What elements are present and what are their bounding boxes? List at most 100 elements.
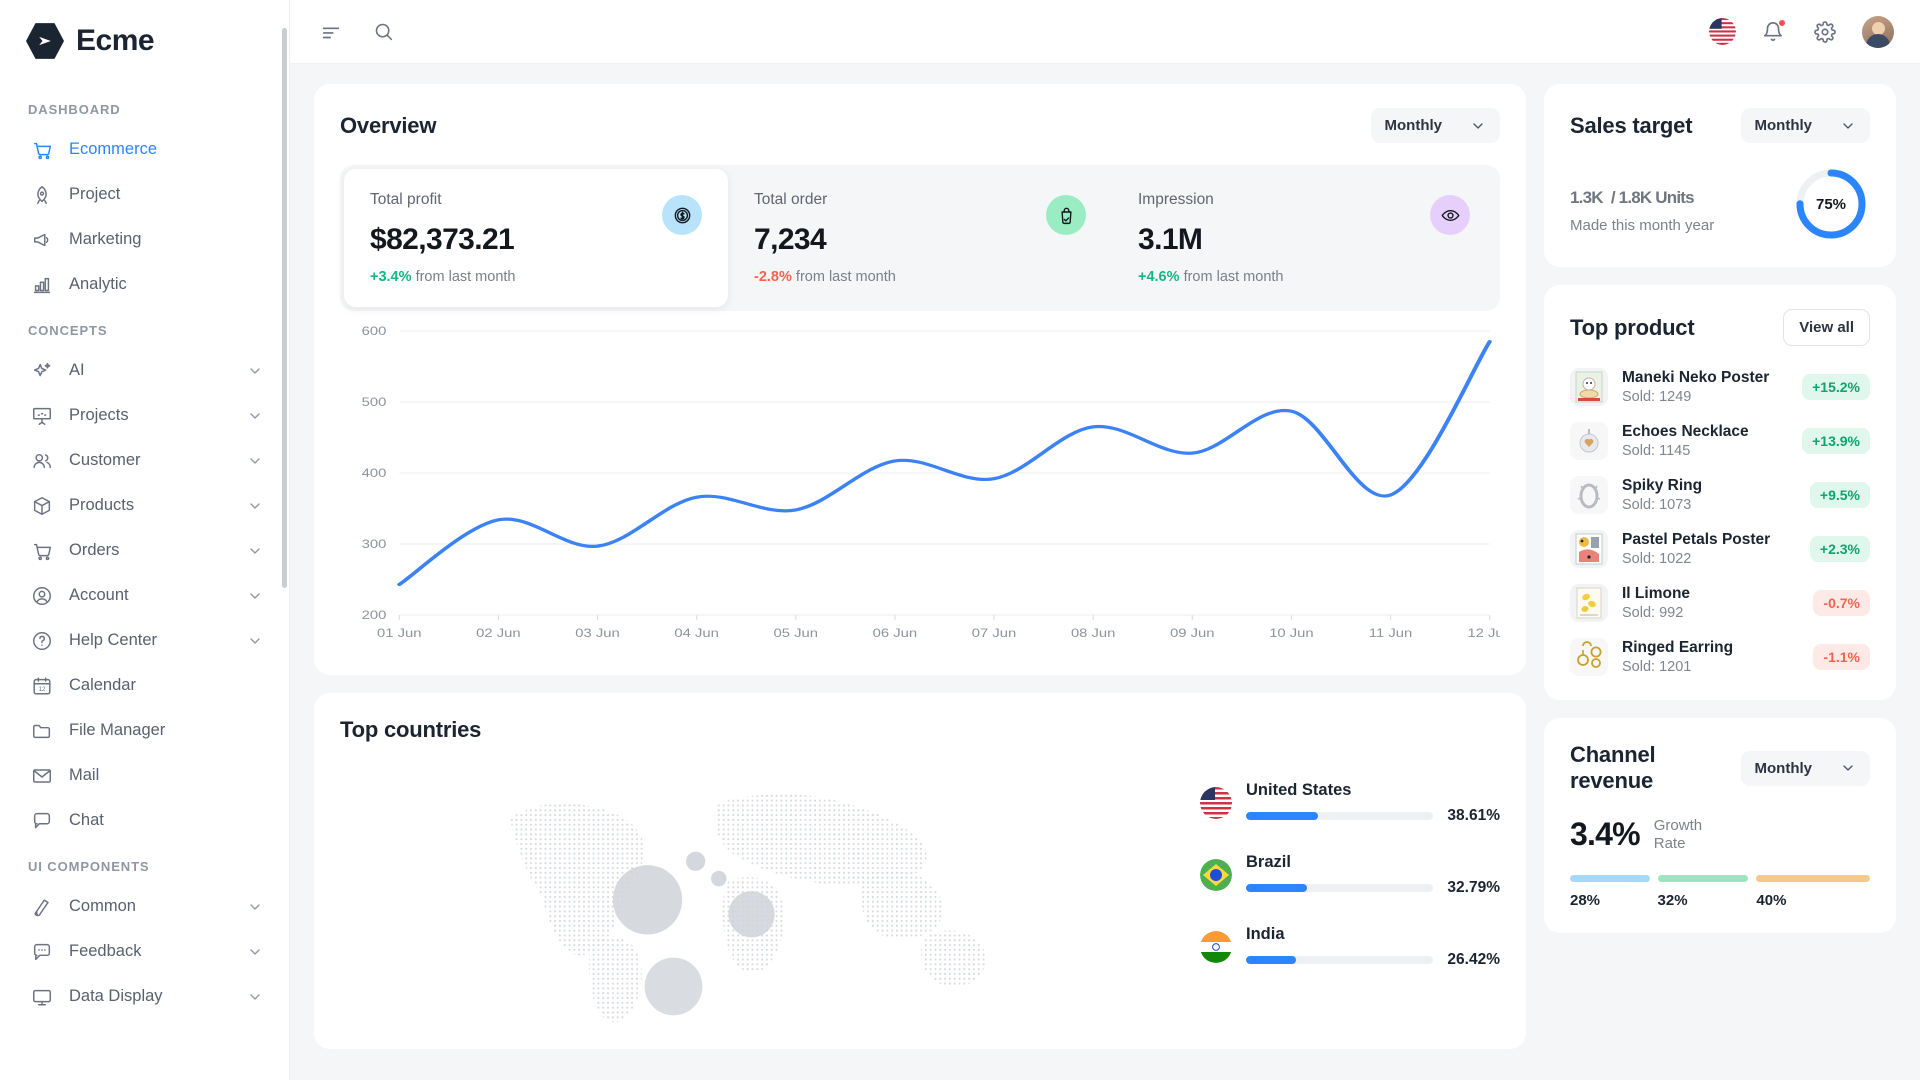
product-row[interactable]: Il Limone Sold: 992 -0.7%: [1570, 584, 1870, 622]
sidebar-item-ai[interactable]: AI: [0, 348, 289, 393]
product-row[interactable]: Spiky Ring Sold: 1073 +9.5%: [1570, 476, 1870, 514]
channel-segment: 40%: [1756, 875, 1870, 909]
stat-text-block: Total profit $82,373.21 +3.4% from last mo…: [370, 191, 515, 285]
chevron-down-icon[interactable]: [247, 944, 263, 960]
hamburger-menu-icon[interactable]: [316, 17, 346, 47]
sales-target-period-value: Monthly: [1754, 117, 1813, 134]
app-root: Ecme DASHBOARD Ecommerce Project Marketing A…: [0, 0, 1920, 1080]
stat-delta-text: from last month: [795, 269, 896, 285]
sidebar-item-products[interactable]: Products: [0, 483, 289, 528]
overview-stat-strip: Total profit $82,373.21 +3.4% from last mo…: [340, 165, 1500, 311]
sidebar-item-mail[interactable]: Mail: [0, 753, 289, 798]
top-product-title: Top product: [1570, 314, 1695, 340]
user-circle-icon: [30, 584, 53, 607]
svg-text:02 Jun: 02 Jun: [476, 627, 520, 640]
chevron-down-icon[interactable]: [247, 363, 263, 379]
stat-delta-text: from last month: [415, 269, 516, 285]
sidebar-item-ecommerce[interactable]: Ecommerce: [0, 127, 289, 172]
pastel-petals-poster-thumb: [1570, 530, 1608, 568]
sidebar-item-label: Calendar: [69, 676, 136, 694]
svg-text:04 Jun: 04 Jun: [674, 627, 718, 640]
product-sold-count: Sold: 1022: [1622, 551, 1692, 567]
sidebar-item-calendar[interactable]: 12 Calendar: [0, 663, 289, 708]
chevron-down-icon[interactable]: [247, 408, 263, 424]
product-name: Maneki Neko Poster: [1622, 369, 1770, 386]
stat-delta-percent: -2.8%: [754, 269, 792, 285]
sidebar-item-projects[interactable]: Projects: [0, 393, 289, 438]
sidebar-item-customer[interactable]: Customer: [0, 438, 289, 483]
chevron-down-icon[interactable]: [247, 899, 263, 915]
sales-target-period-select[interactable]: Monthly: [1740, 108, 1870, 143]
top-product-list: Maneki Neko Poster Sold: 1249 +15.2% Echoes…: [1570, 368, 1870, 676]
sidebar-item-orders[interactable]: Orders: [0, 528, 289, 573]
svg-text:200: 200: [362, 609, 387, 622]
sidebar-item-account[interactable]: Account: [0, 573, 289, 618]
product-name: Ringed Earring: [1622, 639, 1734, 656]
product-delta-badge: +9.5%: [1809, 482, 1870, 508]
chevron-down-icon[interactable]: [247, 498, 263, 514]
chevron-down-icon[interactable]: [247, 633, 263, 649]
product-row[interactable]: Ringed Earring Sold: 1201 -1.1%: [1570, 638, 1870, 676]
chevron-down-icon[interactable]: [247, 453, 263, 469]
world-dot-map: [340, 765, 1190, 1025]
sales-target-value-row: 1.3K / 1.8K Units: [1570, 174, 1714, 211]
overview-card-header: Overview Monthly: [340, 108, 1500, 143]
stat-text-block: Total order 7,234 -2.8% from last month: [754, 191, 896, 285]
chevron-down-icon[interactable]: [247, 588, 263, 604]
overview-period-select[interactable]: Monthly: [1370, 108, 1500, 143]
sales-target-title: Sales target: [1570, 112, 1693, 138]
sidebar-item-chat[interactable]: Chat: [0, 798, 289, 843]
view-all-button[interactable]: View all: [1783, 309, 1870, 346]
channel-segment: 28%: [1570, 875, 1650, 909]
chevron-down-icon[interactable]: [247, 543, 263, 559]
gear-icon[interactable]: [1810, 17, 1840, 47]
channel-segment-percent: 28%: [1570, 892, 1601, 909]
svg-text:08 Jun: 08 Jun: [1071, 627, 1115, 640]
question-circle-icon: [30, 629, 53, 652]
sidebar-item-data-display[interactable]: Data Display: [0, 974, 289, 1019]
search-icon[interactable]: [368, 17, 398, 47]
stat-value: 7,234: [754, 223, 827, 256]
dollar-coin-icon: [662, 195, 702, 235]
monitor-icon: [30, 985, 53, 1008]
chevron-down-icon[interactable]: [247, 989, 263, 1005]
country-row: Brazil 32.79%: [1200, 853, 1500, 897]
sidebar-nav: DASHBOARD Ecommerce Project Marketing Analyt…: [0, 86, 289, 1019]
product-info: Maneki Neko Poster Sold: 1249: [1622, 369, 1788, 405]
country-progress-track: [1246, 956, 1434, 964]
product-row[interactable]: Pastel Petals Poster Sold: 1022 +2.3%: [1570, 530, 1870, 568]
sidebar-item-file-manager[interactable]: File Manager: [0, 708, 289, 753]
sidebar-item-label: File Manager: [69, 721, 166, 739]
users-icon: [30, 449, 53, 472]
country-row: India 26.42%: [1200, 925, 1500, 969]
sidebar-item-help-center[interactable]: Help Center: [0, 618, 289, 663]
growth-rate-row: 3.4% Growth Rate: [1570, 816, 1870, 853]
brand-logo[interactable]: Ecme: [0, 0, 289, 86]
sidebar-scrollbar[interactable]: [282, 28, 287, 588]
left-column: Overview Monthly Total profit $82,373.21 +…: [314, 84, 1526, 1080]
user-avatar[interactable]: [1862, 15, 1894, 48]
stat-text-block: Impression 3.1M +4.6% from last month: [1138, 191, 1283, 285]
product-info: Pastel Petals Poster Sold: 1022: [1622, 531, 1796, 567]
overview-period-value: Monthly: [1384, 117, 1443, 134]
sidebar-item-label: Projects: [69, 406, 129, 424]
sidebar-item-analytic[interactable]: Analytic: [0, 262, 289, 307]
sidebar-item-marketing[interactable]: Marketing: [0, 217, 289, 262]
country-main: India 26.42%: [1246, 925, 1500, 969]
envelope-icon: [30, 764, 53, 787]
notification-badge-dot: [1778, 18, 1786, 27]
sidebar-item-project[interactable]: Project: [0, 172, 289, 217]
sidebar-item-common[interactable]: Common: [0, 884, 289, 929]
channel-segment-bar: [1570, 875, 1650, 882]
svg-text:07 Jun: 07 Jun: [972, 627, 1016, 640]
sparkle-icon: [30, 359, 53, 382]
bell-icon[interactable]: [1758, 17, 1788, 47]
main-area: Overview Monthly Total profit $82,373.21 +…: [290, 0, 1920, 1080]
channel-revenue-period-select[interactable]: Monthly: [1740, 750, 1870, 786]
country-percent: 26.42%: [1447, 951, 1500, 968]
product-row[interactable]: Maneki Neko Poster Sold: 1249 +15.2%: [1570, 368, 1870, 406]
us-flag-icon[interactable]: [1709, 18, 1736, 45]
sidebar-item-feedback[interactable]: Feedback: [0, 929, 289, 974]
product-row[interactable]: Echoes Necklace Sold: 1145 +13.9%: [1570, 422, 1870, 460]
top-countries-title: Top countries: [340, 717, 482, 742]
